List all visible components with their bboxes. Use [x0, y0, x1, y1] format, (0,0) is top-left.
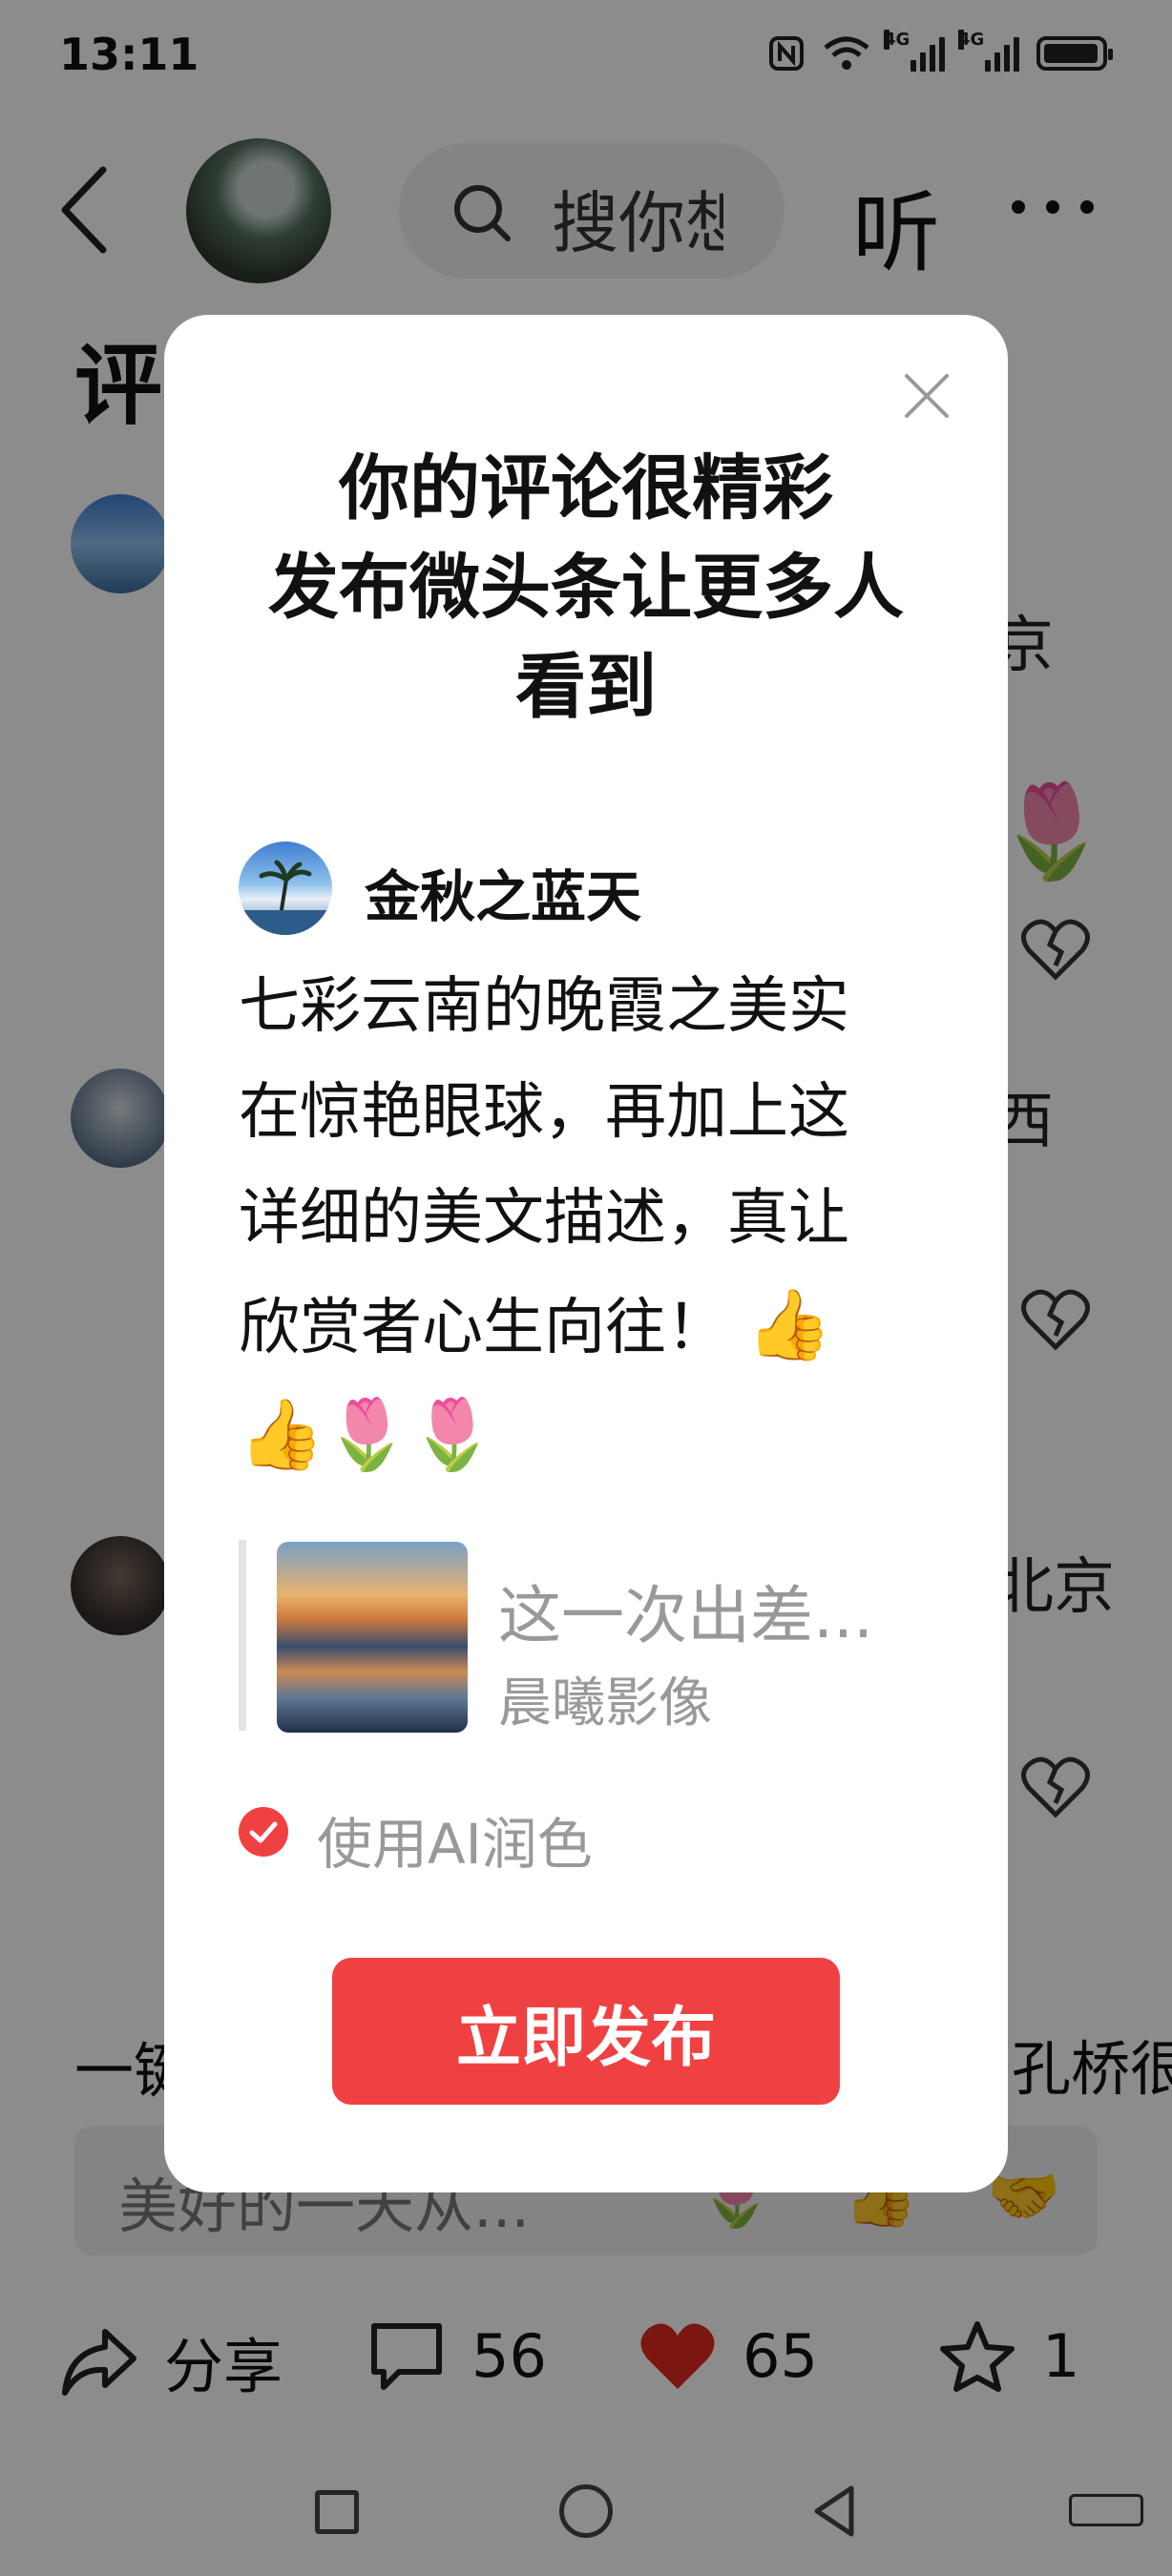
- publish-button[interactable]: 立即发布: [332, 1958, 840, 2105]
- comment-line: 在惊艳眼球，再加上这: [239, 1077, 849, 1148]
- thumbs-up-emoji: 👍: [746, 1284, 832, 1364]
- modal-title-line: 看到: [515, 646, 657, 728]
- palm-tree-icon: [239, 860, 332, 935]
- comment-author-avatar: [239, 841, 332, 935]
- quoted-article-source: 晨曦影像: [498, 1672, 712, 1735]
- modal-title: 你的评论很精彩 发布微头条让更多人 看到: [164, 439, 1008, 737]
- modal-title-line: 发布微头条让更多人: [268, 547, 904, 629]
- overlay-status-dim: [0, 0, 1172, 113]
- quote-divider: [239, 1540, 246, 1731]
- ai-polish-checkbox[interactable]: [239, 1807, 288, 1857]
- quoted-article-title: 这一次出差...: [498, 1579, 873, 1652]
- comment-body: 七彩云南的晚霞之美实 在惊艳眼球，再加上这 详细的美文描述，真让 欣赏者心生向往…: [239, 954, 926, 1487]
- check-icon: [249, 1821, 278, 1843]
- ai-polish-label[interactable]: 使用AI润色: [317, 1799, 593, 1880]
- comment-author-name: 金秋之蓝天: [365, 864, 642, 929]
- comment-line: 七彩云南的晚霞之美实: [239, 971, 849, 1042]
- comment-line: 欣赏者心生向往！: [239, 1293, 727, 1363]
- emoji-line: 👍🌷🌷: [239, 1394, 495, 1474]
- modal-title-line: 你的评论很精彩: [339, 447, 833, 530]
- comment-line: 详细的美文描述，真让: [239, 1183, 849, 1254]
- close-icon[interactable]: [901, 370, 952, 422]
- article-thumbnail: [277, 1542, 468, 1733]
